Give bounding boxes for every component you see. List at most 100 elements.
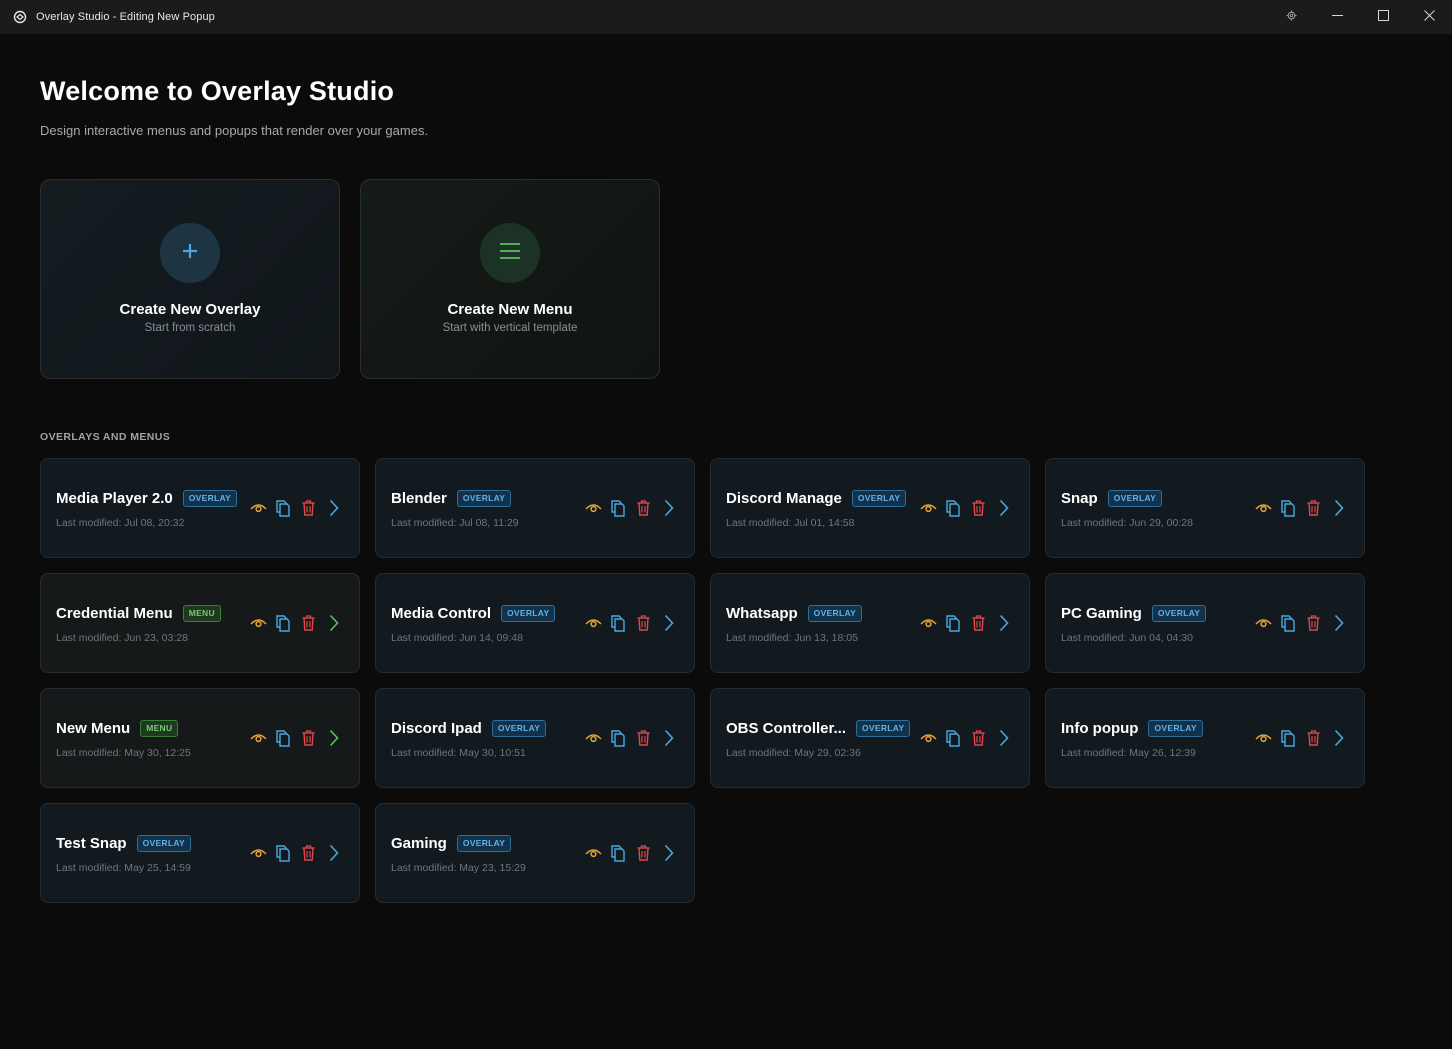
item-card[interactable]: Blender OVERLAY Last modified: Jul 08, 11:… [375,458,695,558]
item-card[interactable]: Discord Ipad OVERLAY Last modified: May 30… [375,688,695,788]
item-card[interactable]: Snap OVERLAY Last modified: Jun 29, 00:28 [1045,458,1365,558]
open-chevron-right-icon[interactable] [660,614,678,632]
preview-eye-icon[interactable] [249,614,267,632]
open-chevron-right-icon[interactable] [1330,499,1348,517]
duplicate-icon[interactable] [1279,729,1297,747]
duplicate-icon[interactable] [609,499,627,517]
delete-trash-icon[interactable] [969,729,987,747]
open-chevron-right-icon[interactable] [660,729,678,747]
item-name: Credential Menu [56,605,173,622]
item-card[interactable]: Media Player 2.0 OVERLAY Last modified: Ju… [40,458,360,558]
delete-trash-icon[interactable] [1304,499,1322,517]
create-overlay-title: Create New Overlay [119,301,261,318]
duplicate-icon[interactable] [609,614,627,632]
open-chevron-right-icon[interactable] [325,614,343,632]
delete-trash-icon[interactable] [299,729,317,747]
item-card[interactable]: Credential Menu MENU Last modified: Jun 23… [40,573,360,673]
duplicate-icon[interactable] [944,729,962,747]
delete-trash-icon[interactable] [1304,729,1322,747]
close-window-button[interactable] [1406,0,1452,34]
item-actions [1247,614,1348,632]
item-card[interactable]: Whatsapp OVERLAY Last modified: Jun 13, 18… [710,573,1030,673]
preview-eye-icon[interactable] [584,729,602,747]
item-actions [577,729,678,747]
preview-eye-icon[interactable] [1254,614,1272,632]
duplicate-icon[interactable] [944,614,962,632]
preview-eye-icon[interactable] [584,499,602,517]
duplicate-icon[interactable] [274,499,292,517]
delete-trash-icon[interactable] [1304,614,1322,632]
open-chevron-right-icon[interactable] [325,729,343,747]
preview-eye-icon[interactable] [249,844,267,862]
item-actions [1247,729,1348,747]
item-card[interactable]: Info popup OVERLAY Last modified: May 26, … [1045,688,1365,788]
open-chevron-right-icon[interactable] [1330,729,1348,747]
preview-eye-icon[interactable] [919,499,937,517]
delete-trash-icon[interactable] [634,729,652,747]
preview-eye-icon[interactable] [1254,499,1272,517]
type-badge: OVERLAY [807,605,863,622]
item-actions [912,729,1013,747]
gear-icon [1285,8,1297,26]
item-card[interactable]: PC Gaming OVERLAY Last modified: Jun 04, 0… [1045,573,1365,673]
open-chevron-right-icon[interactable] [660,844,678,862]
item-actions [242,614,343,632]
preview-eye-icon[interactable] [584,844,602,862]
open-chevron-right-icon[interactable] [325,844,343,862]
open-chevron-right-icon[interactable] [995,614,1013,632]
last-modified: Last modified: Jul 01, 14:58 [726,517,855,529]
open-chevron-right-icon[interactable] [660,499,678,517]
create-new-overlay-card[interactable]: Create New Overlay Start from scratch [40,179,340,379]
delete-trash-icon[interactable] [299,499,317,517]
item-card[interactable]: OBS Controller... OVERLAY Last modified: M… [710,688,1030,788]
type-badge: OVERLAY [456,490,512,507]
type-badge: OVERLAY [136,835,191,852]
item-card[interactable]: Gaming OVERLAY Last modified: May 23, 15:2… [375,803,695,903]
duplicate-icon[interactable] [274,729,292,747]
delete-trash-icon[interactable] [969,499,987,517]
preview-eye-icon[interactable] [249,729,267,747]
item-actions [1247,499,1348,517]
minimize-button[interactable] [1314,0,1360,34]
item-name: PC Gaming [1061,605,1142,622]
item-card[interactable]: Test Snap OVERLAY Last modified: May 25, 1… [40,803,360,903]
delete-trash-icon[interactable] [299,614,317,632]
delete-trash-icon[interactable] [634,614,652,632]
create-overlay-circle [160,223,220,283]
preview-eye-icon[interactable] [249,499,267,517]
duplicate-icon[interactable] [274,844,292,862]
duplicate-icon[interactable] [609,729,627,747]
last-modified: Last modified: Jun 23, 03:28 [56,632,188,644]
item-card[interactable]: Media Control OVERLAY Last modified: Jun 1… [375,573,695,673]
preview-eye-icon[interactable] [584,614,602,632]
preview-eye-icon[interactable] [919,729,937,747]
duplicate-icon[interactable] [944,499,962,517]
item-card[interactable]: New Menu MENU Last modified: May 30, 12:25 [40,688,360,788]
item-actions [912,499,1013,517]
create-new-menu-card[interactable]: Create New Menu Start with vertical temp… [360,179,660,379]
title-bar: Overlay Studio - Editing New Popup [0,0,1452,34]
open-chevron-right-icon[interactable] [995,499,1013,517]
preview-eye-icon[interactable] [919,614,937,632]
last-modified: Last modified: Jul 08, 11:29 [391,517,519,529]
duplicate-icon[interactable] [274,614,292,632]
open-chevron-right-icon[interactable] [995,729,1013,747]
item-card[interactable]: Discord Manage OVERLAY Last modified: Jul … [710,458,1030,558]
duplicate-icon[interactable] [1279,614,1297,632]
duplicate-icon[interactable] [609,844,627,862]
delete-trash-icon[interactable] [634,844,652,862]
duplicate-icon[interactable] [1279,499,1297,517]
delete-trash-icon[interactable] [299,844,317,862]
maximize-button[interactable] [1360,0,1406,34]
settings-gear-button[interactable] [1268,0,1314,34]
item-title-row: Info popup OVERLAY [1061,720,1203,737]
item-name: Media Control [391,605,491,622]
open-chevron-right-icon[interactable] [1330,614,1348,632]
delete-trash-icon[interactable] [969,614,987,632]
item-name: Test Snap [56,835,127,852]
open-chevron-right-icon[interactable] [325,499,343,517]
preview-eye-icon[interactable] [1254,729,1272,747]
delete-trash-icon[interactable] [634,499,652,517]
type-badge: MENU [140,720,179,737]
item-name: New Menu [56,720,131,737]
